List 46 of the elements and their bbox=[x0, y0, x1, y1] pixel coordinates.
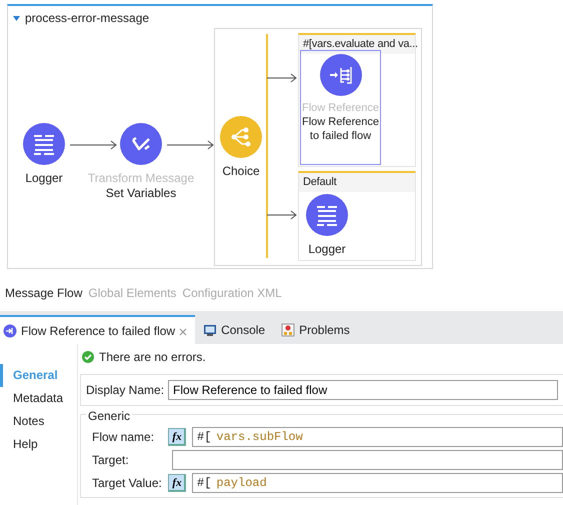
field-label: Target: bbox=[92, 452, 130, 469]
expression-field[interactable]: #[ vars.subFlow bbox=[192, 427, 563, 447]
node-label: Flow Reference to failed flow bbox=[302, 116, 380, 144]
view-tab[interactable]: Flow Reference to failed flow bbox=[0, 315, 196, 344]
monitor-icon bbox=[203, 322, 218, 336]
sidebar-item[interactable]: Help bbox=[0, 433, 77, 456]
problems-icon bbox=[281, 322, 296, 336]
flow-reference-icon[interactable] bbox=[320, 54, 362, 96]
expression-button[interactable]: fx bbox=[168, 428, 186, 446]
node-label: Set Variables bbox=[106, 186, 176, 201]
status-message: There are no errors. bbox=[99, 349, 206, 366]
field-label: Flow name: bbox=[92, 429, 156, 446]
node-type-label: Flow Reference bbox=[302, 102, 380, 116]
arrow bbox=[266, 210, 297, 220]
view-tab[interactable]: Console bbox=[195, 315, 274, 344]
arrow bbox=[266, 74, 297, 82]
route-header: #[vars.evaluate and va... bbox=[299, 35, 415, 54]
arrow bbox=[166, 140, 214, 150]
expand-icon[interactable] bbox=[12, 14, 21, 22]
view-tab[interactable]: Problems bbox=[273, 315, 358, 344]
node-frame[interactable]: Logger bbox=[299, 191, 355, 257]
selection-frame[interactable]: Flow Reference Flow Reference to failed flow bbox=[300, 50, 381, 165]
log-icon[interactable] bbox=[306, 194, 348, 236]
sidebar-item[interactable]: Notes bbox=[0, 410, 77, 433]
arrow bbox=[70, 140, 117, 150]
tab-label: Problems bbox=[299, 322, 350, 338]
route-header: Default bbox=[299, 173, 415, 192]
transform-icon[interactable] bbox=[120, 123, 162, 165]
display-name-field[interactable]: Flow Reference to failed flow bbox=[168, 380, 558, 400]
expression-button[interactable]: fx bbox=[168, 474, 186, 492]
text-field[interactable] bbox=[172, 450, 563, 470]
flow-title: process-error-message bbox=[25, 10, 150, 27]
flow-reference-icon bbox=[3, 324, 17, 338]
sidebar-item[interactable]: Metadata bbox=[0, 387, 77, 410]
node-type-label: Transform Message bbox=[88, 171, 194, 186]
tab-label: Flow Reference to failed flow bbox=[21, 322, 176, 340]
field-label: Display Name: bbox=[86, 382, 164, 399]
tab-label: Console bbox=[221, 322, 266, 338]
node-label: Logger bbox=[308, 242, 346, 257]
node-label: Choice bbox=[222, 164, 260, 179]
expression-field[interactable]: #[ payload bbox=[192, 473, 563, 493]
node-label: Logger bbox=[25, 171, 63, 186]
log-icon[interactable] bbox=[23, 123, 65, 165]
check-icon bbox=[82, 351, 94, 363]
editor-tab[interactable]: Message Flow bbox=[5, 284, 82, 302]
field-label: Target Value: bbox=[92, 475, 162, 492]
